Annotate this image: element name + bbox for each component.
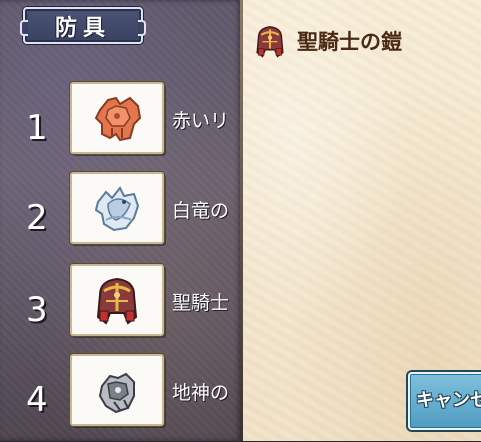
item-slot[interactable] (70, 172, 164, 244)
item-list-panel: 防具 1 赤いリ 2 白竜の 3 聖騎士 4 地神の (0, 0, 243, 441)
holy-knight-armor-icon (96, 277, 138, 325)
red-leather-armor-icon (94, 96, 142, 142)
earth-god-armor-icon (98, 372, 135, 414)
detail-header: 聖騎士の鎧 (249, 20, 402, 62)
item-number: 3 (26, 290, 48, 330)
item-slot[interactable] (70, 354, 164, 426)
item-number: 4 (26, 380, 48, 420)
item-slot[interactable] (70, 82, 164, 154)
white-dragon-armor-icon (94, 186, 140, 232)
item-name: 白竜の (172, 200, 230, 222)
category-tab-label: 防具 (54, 15, 111, 41)
item-number: 2 (26, 198, 48, 238)
item-row-3[interactable]: 3 聖騎士 (0, 264, 243, 352)
item-row-2[interactable]: 2 白竜の (0, 172, 243, 260)
item-slot[interactable] (70, 264, 164, 336)
holy-knight-armor-icon (256, 26, 284, 58)
item-name: 赤いリ (172, 110, 230, 132)
item-row-1[interactable]: 1 赤いリ (0, 82, 243, 170)
item-number: 1 (26, 108, 48, 148)
category-tab-armor[interactable]: 防具 (20, 7, 146, 44)
item-name: 地神の (172, 382, 230, 404)
cancel-button-label: キャンセル (416, 390, 481, 411)
detail-title: 聖騎士の鎧 (297, 30, 402, 54)
item-row-4[interactable]: 4 地神の (0, 354, 243, 442)
cancel-button[interactable]: キャンセル (408, 372, 481, 430)
item-name: 聖騎士 (172, 292, 230, 314)
